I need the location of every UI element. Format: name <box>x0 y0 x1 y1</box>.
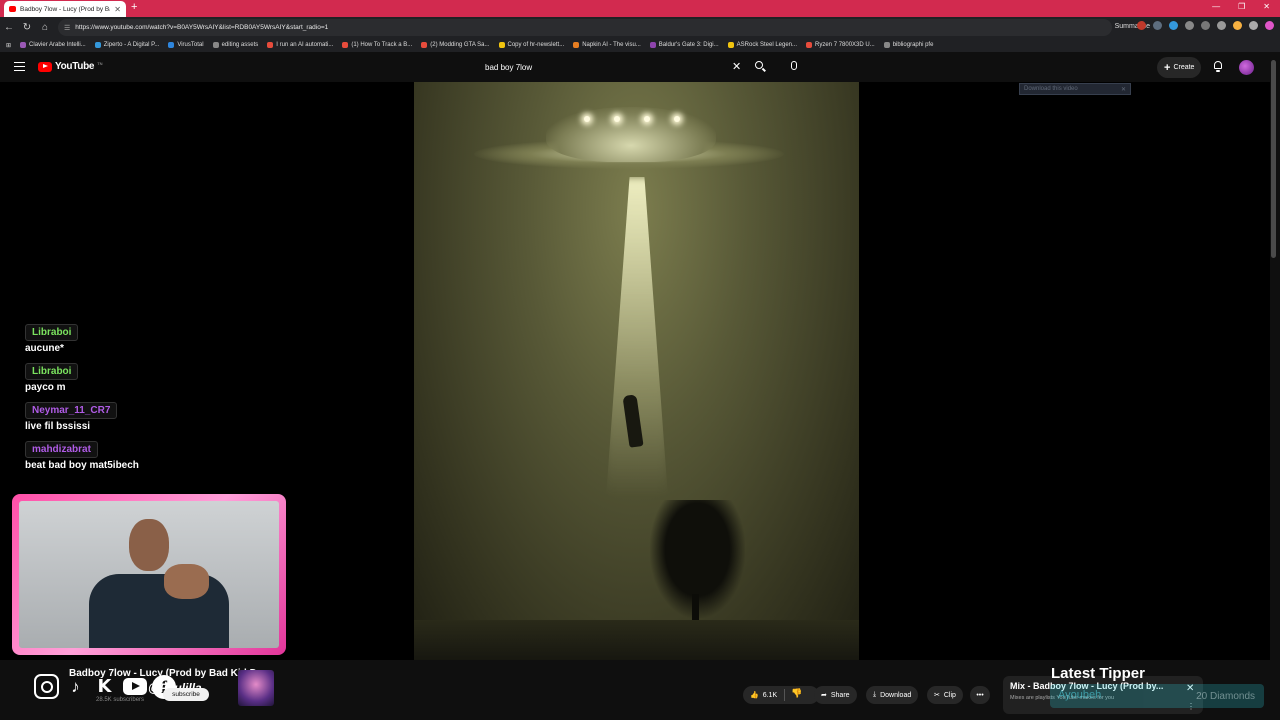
chat-text: aucune* <box>25 343 64 354</box>
bookmark-item[interactable]: VirusTotal <box>168 42 204 48</box>
chat-message: mahdizabrat beat bad boy mat5ibech <box>25 439 245 471</box>
plus-icon: + <box>1164 61 1171 74</box>
chat-username: Libraboi <box>25 363 79 380</box>
share-arrow-icon: ➦ <box>821 692 827 699</box>
chat-text: payco m <box>25 382 66 393</box>
search-icon[interactable] <box>752 59 770 75</box>
bookmark-item[interactable]: Baldur's Gate 3: Digi... <box>649 42 719 48</box>
extension-icon[interactable] <box>1185 21 1194 30</box>
youtube-header: YouTube TN bad boy 7low ✕ + Create <box>0 52 1280 82</box>
like-button[interactable]: 👍 6.1K <box>743 686 819 704</box>
apps-icon[interactable]: ⊞ <box>6 42 11 49</box>
subscribe-button[interactable]: subscribe <box>163 688 209 701</box>
microphone-icon[interactable] <box>791 61 797 70</box>
download-button[interactable]: ⤓ Download <box>866 686 919 704</box>
url-text: https://www.youtube.com/watch?v=B0AY5Wrs… <box>75 24 329 31</box>
account-avatar[interactable] <box>1239 60 1254 75</box>
bookmark-folder[interactable]: editing assets <box>212 42 258 48</box>
extensions-puzzle-icon[interactable] <box>1217 21 1226 30</box>
chat-message: Neymar_11_CR7 live fil bssissi <box>25 400 245 432</box>
tipper-name: Ayoubeh <box>1058 689 1102 701</box>
bookmark-folder[interactable]: bibliographi pfe <box>883 42 933 48</box>
extension-icon[interactable] <box>1201 21 1210 30</box>
webcam-overlay <box>12 494 286 655</box>
close-window-icon[interactable]: ✕ <box>1263 2 1270 11</box>
notifications-bell-icon[interactable] <box>1213 60 1223 72</box>
latest-tipper-heading: Latest Tipper <box>1051 665 1145 682</box>
tab-youtube[interactable]: Badboy 7low - Lucy (Prod by Bad ✕ <box>4 1 126 17</box>
tiktok-icon: ♪ <box>71 676 80 696</box>
tab-title: Badboy 7low - Lucy (Prod by Bad <box>20 5 111 13</box>
chat-username: Neymar_11_CR7 <box>25 402 118 419</box>
download-video-banner[interactable]: Download this video ✕ <box>1019 83 1131 95</box>
create-button[interactable]: + Create <box>1157 57 1202 78</box>
chat-username: mahdizabrat <box>25 441 98 458</box>
omnibox[interactable]: ☰ https://www.youtube.com/watch?v=B0AY5W… <box>58 19 1112 36</box>
bookmark-item[interactable]: Copy of hr-newslett... <box>498 42 564 48</box>
bookmark-item[interactable]: Ziperto - A Digital P... <box>94 42 159 48</box>
download-icon: ⤓ <box>873 691 877 698</box>
window-controls: — ❐ ✕ <box>1212 2 1270 11</box>
scrollbar-thumb[interactable] <box>1271 60 1276 258</box>
restore-icon[interactable]: ❐ <box>1238 2 1245 11</box>
address-bar-row: ← ↻ ⌂ ☰ https://www.youtube.com/watch?v=… <box>0 17 1280 38</box>
thumbs-up-icon: 👍 <box>750 692 759 699</box>
bookmarks-bar: ⊞ Clavier Arabe Intelli... Ziperto - A D… <box>0 38 1280 52</box>
share-button[interactable]: ➦ Share <box>814 686 857 704</box>
chat-text: beat bad boy mat5ibech <box>25 460 139 471</box>
close-icon[interactable]: ✕ <box>1121 86 1126 93</box>
bookmark-item[interactable]: Ryzen 7 7800X3D U... <box>806 42 875 48</box>
new-tab-button[interactable]: + <box>131 1 137 13</box>
scissors-icon: ✂ <box>934 692 940 699</box>
bookmark-item[interactable]: (1) How To Track a B... <box>342 42 412 48</box>
youtube-icon <box>121 674 148 699</box>
site-info-icon[interactable]: ☰ <box>64 24 70 32</box>
search-input[interactable]: bad boy 7low <box>478 57 748 77</box>
bookmark-item[interactable]: Napkin AI - The visu... <box>573 42 641 48</box>
reload-icon[interactable]: ↻ <box>18 22 36 33</box>
menu-dots-icon[interactable] <box>1249 21 1258 30</box>
channel-thumbnail[interactable] <box>238 670 274 706</box>
instagram-icon <box>34 674 59 699</box>
youtube-play-icon <box>38 61 52 72</box>
hamburger-menu-icon[interactable] <box>14 62 25 71</box>
chat-message: Libraboi aucune* <box>25 322 245 354</box>
clip-button[interactable]: ✂ Clip <box>927 686 963 704</box>
chat-text: live fil bssissi <box>25 421 91 432</box>
dislike-button[interactable]: 👎 <box>791 688 802 699</box>
video-frame-ufo-artwork <box>414 82 859 660</box>
chat-message: Libraboi payco m <box>25 361 245 393</box>
browser-tab-strip: Badboy 7low - Lucy (Prod by Bad ✕ + — ❐ … <box>0 0 1280 17</box>
extension-icon[interactable] <box>1169 21 1178 30</box>
clear-search-icon[interactable]: ✕ <box>732 60 741 73</box>
close-tab-icon[interactable]: ✕ <box>114 5 121 14</box>
extension-icon[interactable] <box>1153 21 1162 30</box>
youtube-favicon-icon <box>9 6 16 12</box>
chat-username: Libraboi <box>25 324 79 341</box>
back-icon[interactable]: ← <box>0 22 18 33</box>
minimize-icon[interactable]: — <box>1212 2 1220 11</box>
youtube-logo[interactable]: YouTube TN <box>38 61 103 72</box>
home-icon[interactable]: ⌂ <box>36 22 54 33</box>
bookmark-item[interactable]: I run an AI automati... <box>267 42 333 48</box>
bookmark-item[interactable]: ASRock Steel Legen... <box>727 42 797 48</box>
kick-icon: K <box>97 676 112 697</box>
more-actions-button[interactable]: ••• <box>970 686 990 704</box>
bookmark-item[interactable]: Clavier Arabe Intelli... <box>20 42 86 48</box>
bookmark-item[interactable]: (2) Modding GTA Sa... <box>421 42 490 48</box>
copilot-icon[interactable] <box>1265 21 1274 30</box>
stream-chat-overlay: Libraboi aucune* Libraboi payco m Neymar… <box>25 322 245 478</box>
extension-icon[interactable] <box>1137 21 1146 30</box>
streamer-webcam-image <box>89 519 229 648</box>
extension-icons <box>1137 21 1274 30</box>
more-dots-icon: ••• <box>976 691 984 699</box>
profile-avatar-icon[interactable] <box>1233 21 1242 30</box>
